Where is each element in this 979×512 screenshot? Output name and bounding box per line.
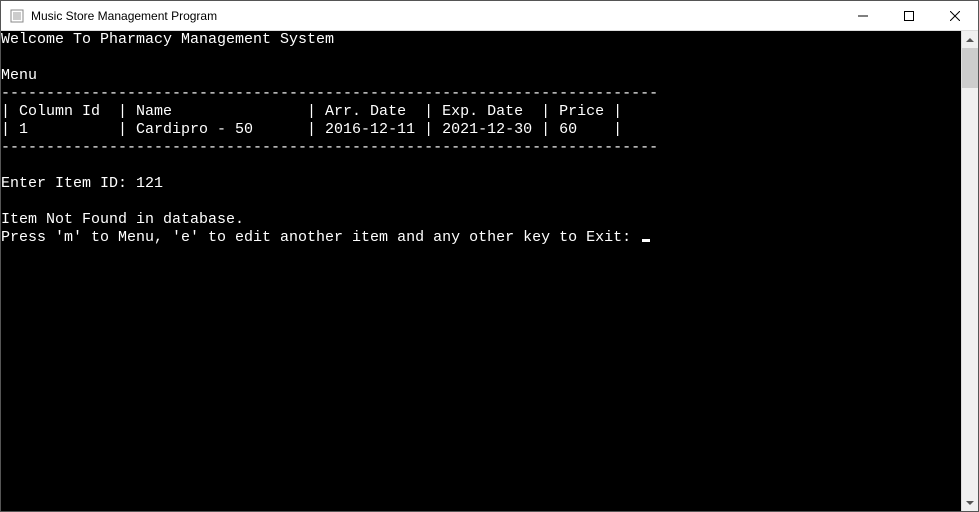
window-controls (840, 1, 978, 30)
enter-item-prompt: Enter Item ID: 121 (1, 175, 163, 192)
console-output[interactable]: Welcome To Pharmacy Management System Me… (1, 31, 961, 511)
table-header: | Column Id | Name | Arr. Date | Exp. Da… (1, 103, 622, 120)
not-found-message: Item Not Found in database. (1, 211, 244, 228)
window-title: Music Store Management Program (31, 9, 840, 23)
scroll-down-arrow-icon[interactable] (962, 494, 978, 511)
client-area: Welcome To Pharmacy Management System Me… (1, 31, 978, 511)
app-icon (9, 8, 25, 24)
scroll-track[interactable] (962, 48, 978, 494)
welcome-line: Welcome To Pharmacy Management System (1, 31, 334, 48)
scroll-thumb[interactable] (962, 48, 978, 88)
table-divider-top: ----------------------------------------… (1, 85, 658, 102)
maximize-button[interactable] (886, 1, 932, 30)
options-prompt: Press 'm' to Menu, 'e' to edit another i… (1, 229, 640, 246)
scroll-up-arrow-icon[interactable] (962, 31, 978, 48)
table-divider-bottom: ----------------------------------------… (1, 139, 658, 156)
window-titlebar: Music Store Management Program (1, 1, 978, 31)
table-row: | 1 | Cardipro - 50 | 2016-12-11 | 2021-… (1, 121, 622, 138)
close-button[interactable] (932, 1, 978, 30)
menu-label: Menu (1, 67, 37, 84)
minimize-button[interactable] (840, 1, 886, 30)
vertical-scrollbar[interactable] (961, 31, 978, 511)
cursor-icon (642, 239, 650, 242)
